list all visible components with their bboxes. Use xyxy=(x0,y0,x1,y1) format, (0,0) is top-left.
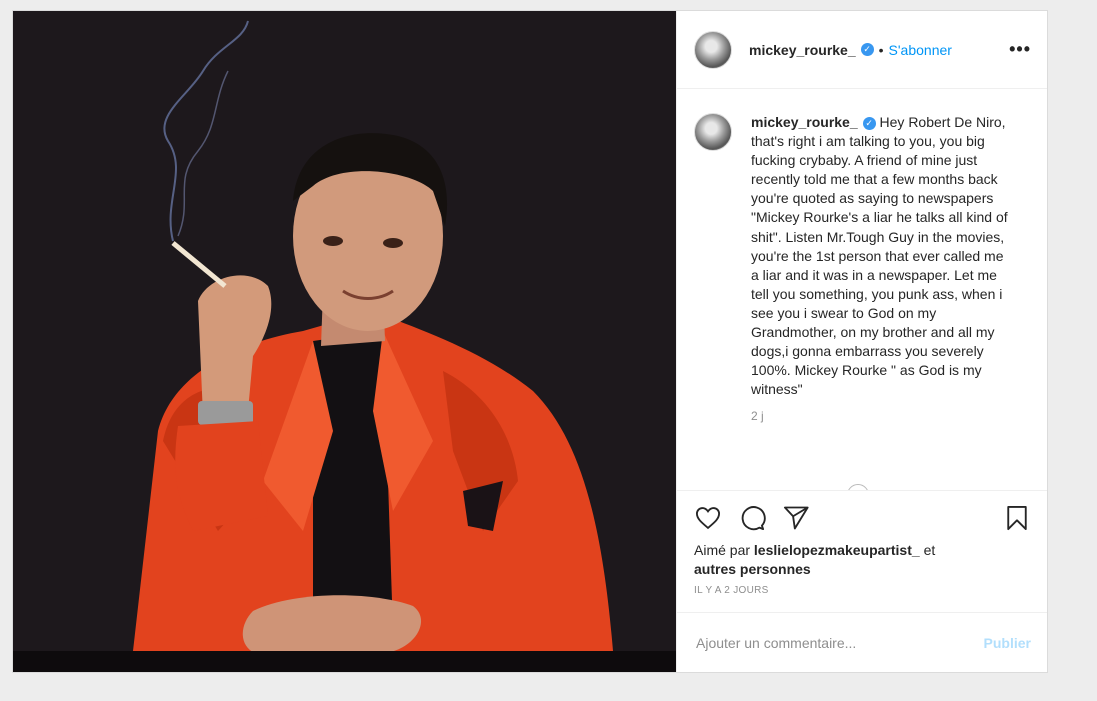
caption-text-block: mickey_rourke_ ✓ Hey Robert De Niro, that… xyxy=(751,113,1013,427)
verified-badge-icon: ✓ xyxy=(860,43,874,56)
portrait-image xyxy=(13,11,676,672)
liked-by-user-link[interactable]: leslielopezmakeupartist_ xyxy=(754,542,920,558)
separator-dot: • xyxy=(878,41,884,58)
likes-prefix: Aimé par xyxy=(694,542,751,558)
comment-icon[interactable] xyxy=(738,504,766,532)
caption-body: Hey Robert De Niro, that's right i am ta… xyxy=(751,114,1008,398)
action-bar xyxy=(694,501,1031,535)
caption: mickey_rourke_ ✓ Hey Robert De Niro, that… xyxy=(694,113,1031,427)
instagram-post: mickey_rourke_ ✓ • S'abonner ••• mickey_… xyxy=(12,10,1048,673)
verified-badge-icon: ✓ xyxy=(862,116,876,130)
avatar[interactable] xyxy=(694,30,732,69)
comment-form: Publier xyxy=(677,612,1047,672)
follow-button[interactable]: S'abonner xyxy=(889,42,952,58)
post-timestamp[interactable]: IL Y A 2 JOURS xyxy=(694,585,1031,596)
likes-conj: et xyxy=(923,542,936,558)
publish-button[interactable]: Publier xyxy=(984,635,1031,651)
caption-avatar[interactable] xyxy=(694,113,732,151)
caption-age[interactable]: 2 j xyxy=(751,407,1013,426)
other-likes-link[interactable]: autres personnes xyxy=(694,561,811,577)
post-sidebar: mickey_rourke_ ✓ • S'abonner ••• mickey_… xyxy=(676,11,1047,672)
action-section: Aimé par leslielopezmakeupartist_ et aut… xyxy=(677,490,1047,612)
caption-username[interactable]: mickey_rourke_ xyxy=(751,114,858,130)
username-link[interactable]: mickey_rourke_ xyxy=(749,42,856,58)
post-header: mickey_rourke_ ✓ • S'abonner ••• xyxy=(677,11,1047,89)
bookmark-icon[interactable] xyxy=(1003,504,1031,532)
loading-spinner-icon xyxy=(847,484,869,490)
comments-area[interactable]: mickey_rourke_ ✓ Hey Robert De Niro, that… xyxy=(677,89,1047,490)
likes-summary: Aimé par leslielopezmakeupartist_ et aut… xyxy=(694,541,1031,579)
comment-input[interactable] xyxy=(694,633,984,652)
post-photo[interactable] xyxy=(13,11,676,672)
heart-icon[interactable] xyxy=(694,504,722,532)
share-icon[interactable] xyxy=(782,504,810,532)
more-options-icon[interactable]: ••• xyxy=(1009,39,1031,60)
